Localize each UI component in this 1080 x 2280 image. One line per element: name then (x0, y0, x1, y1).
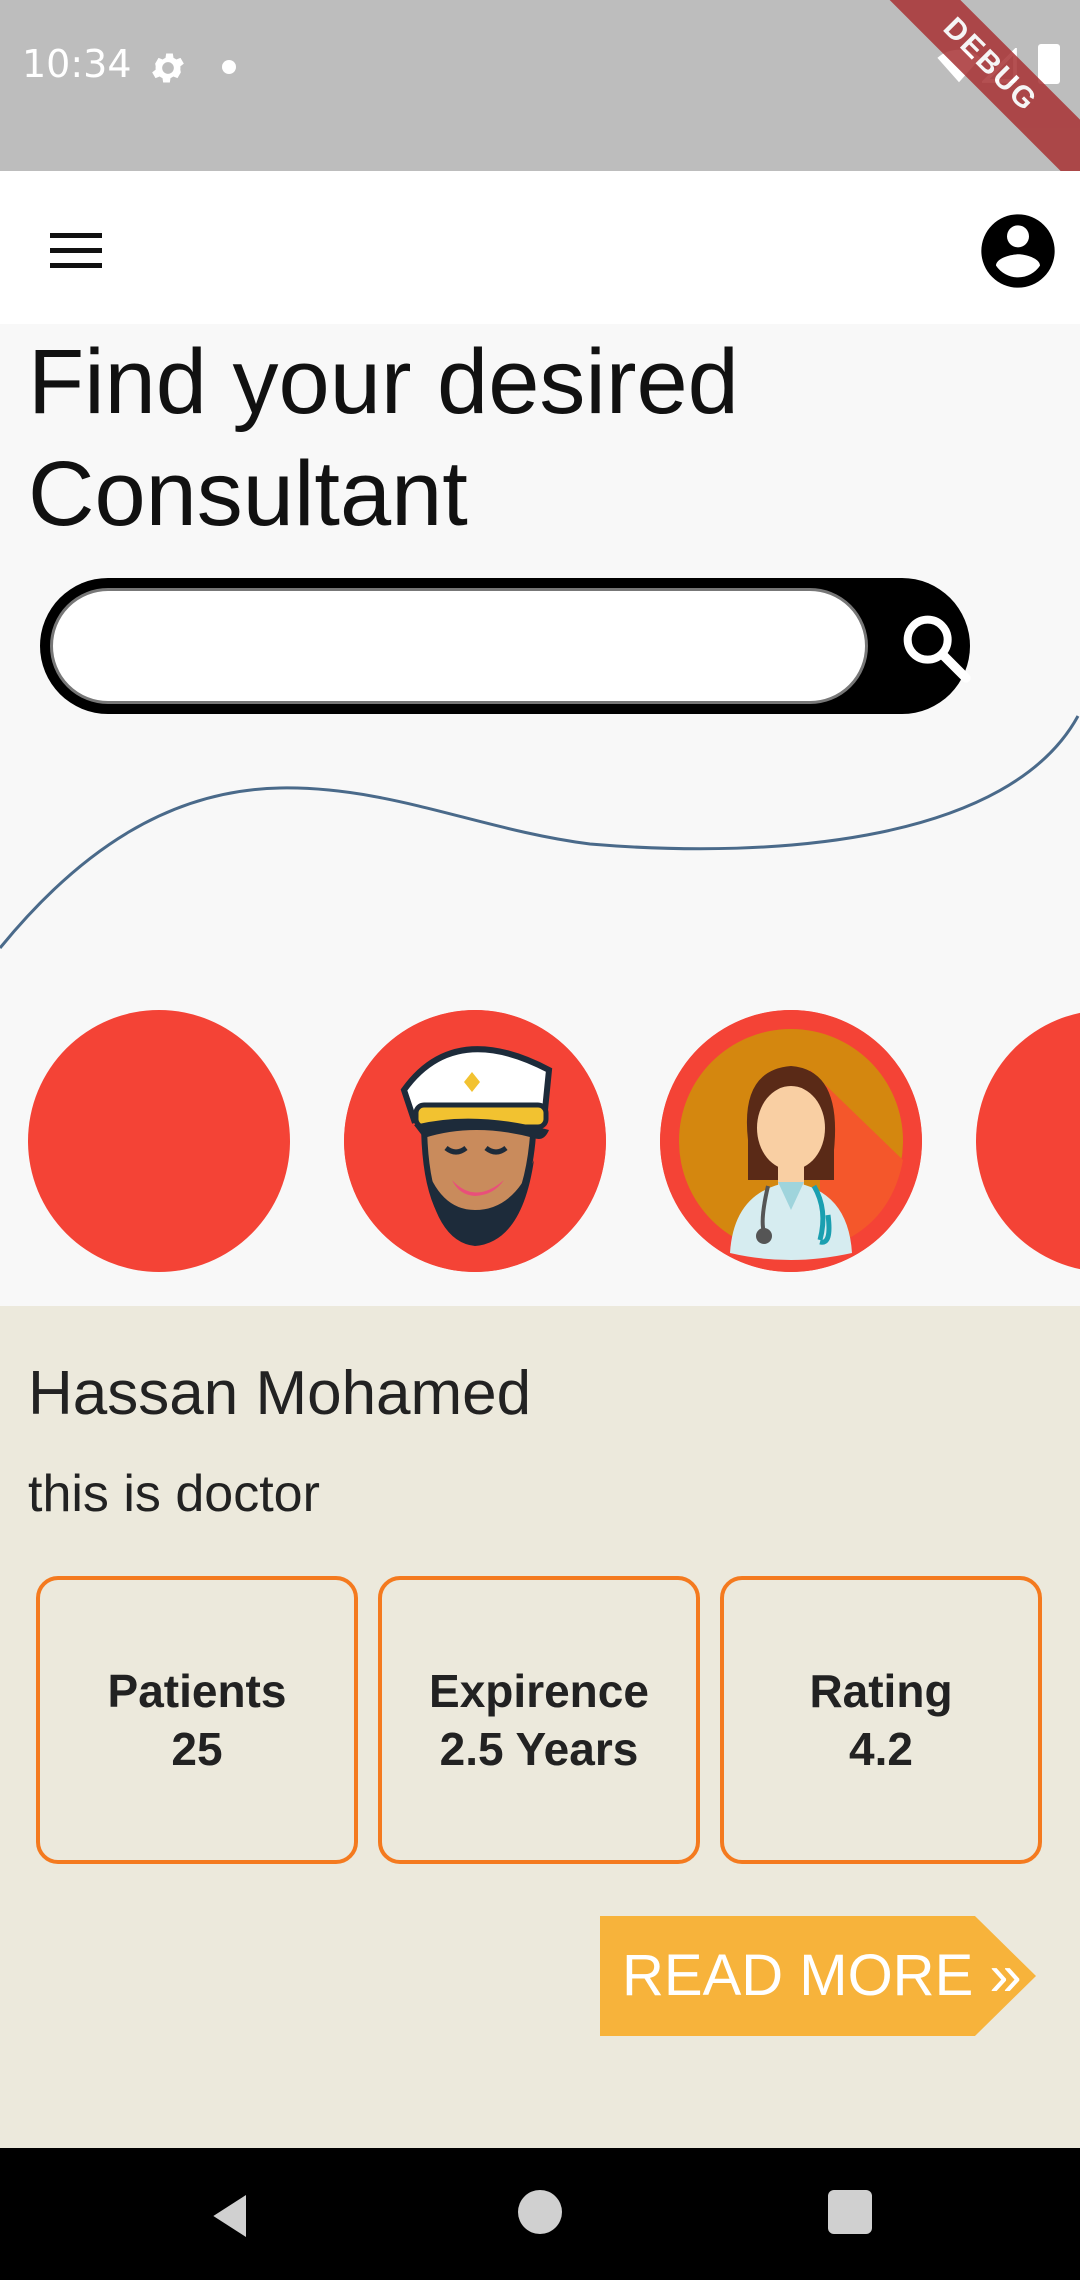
menu-icon[interactable] (36, 211, 116, 291)
back-icon[interactable] (204, 2188, 260, 2244)
avatar-doctor-female[interactable] (660, 1010, 922, 1272)
stat-label: Rating (809, 1665, 953, 1717)
status-time: 10:34 (22, 42, 132, 86)
stat-value: 25 (171, 1723, 223, 1775)
home-icon[interactable] (518, 2190, 562, 2234)
consultant-detail-panel: Hassan Mohamed this is doctor Patients 2… (0, 1306, 1080, 2148)
system-nav-bar (0, 2148, 1080, 2280)
app-bar (0, 171, 1080, 324)
avatar-empty[interactable] (28, 1010, 290, 1272)
decorative-wave (0, 715, 1080, 949)
avatar-captain[interactable] (344, 1010, 606, 1272)
stat-label: Patients (107, 1665, 287, 1717)
status-bar: 10:34 DEBUG (0, 0, 1080, 196)
search-input[interactable] (50, 588, 868, 704)
account-circle-icon[interactable] (974, 207, 1062, 295)
search-icon[interactable] (896, 608, 976, 688)
avatar-partial[interactable] (976, 1010, 1080, 1272)
consultant-name: Hassan Mohamed (28, 1359, 532, 1428)
consultant-description: this is doctor (28, 1465, 320, 1523)
stat-card-rating: Rating 4.2 (720, 1576, 1042, 1864)
stat-card-patients: Patients 25 (36, 1576, 358, 1864)
stat-card-experience: Expirence 2.5 Years (378, 1576, 700, 1864)
page-title: Find your desired Consultant (28, 331, 739, 545)
consultant-avatars (0, 1010, 1080, 1272)
dot-icon (222, 60, 236, 74)
recents-icon[interactable] (828, 2190, 872, 2234)
read-more-button[interactable]: READ MORE » (600, 1916, 1036, 2036)
debug-banner: DEBUG (859, 0, 1080, 196)
gear-icon (152, 53, 184, 83)
search-bar (40, 578, 971, 714)
stat-label: Expirence (429, 1665, 649, 1717)
stat-value: 4.2 (849, 1723, 913, 1775)
app-screen: 10:34 DEBUG Find your desired Consultant (0, 0, 1080, 2280)
battery-icon (1038, 44, 1060, 84)
stat-value: 2.5 Years (439, 1723, 639, 1775)
